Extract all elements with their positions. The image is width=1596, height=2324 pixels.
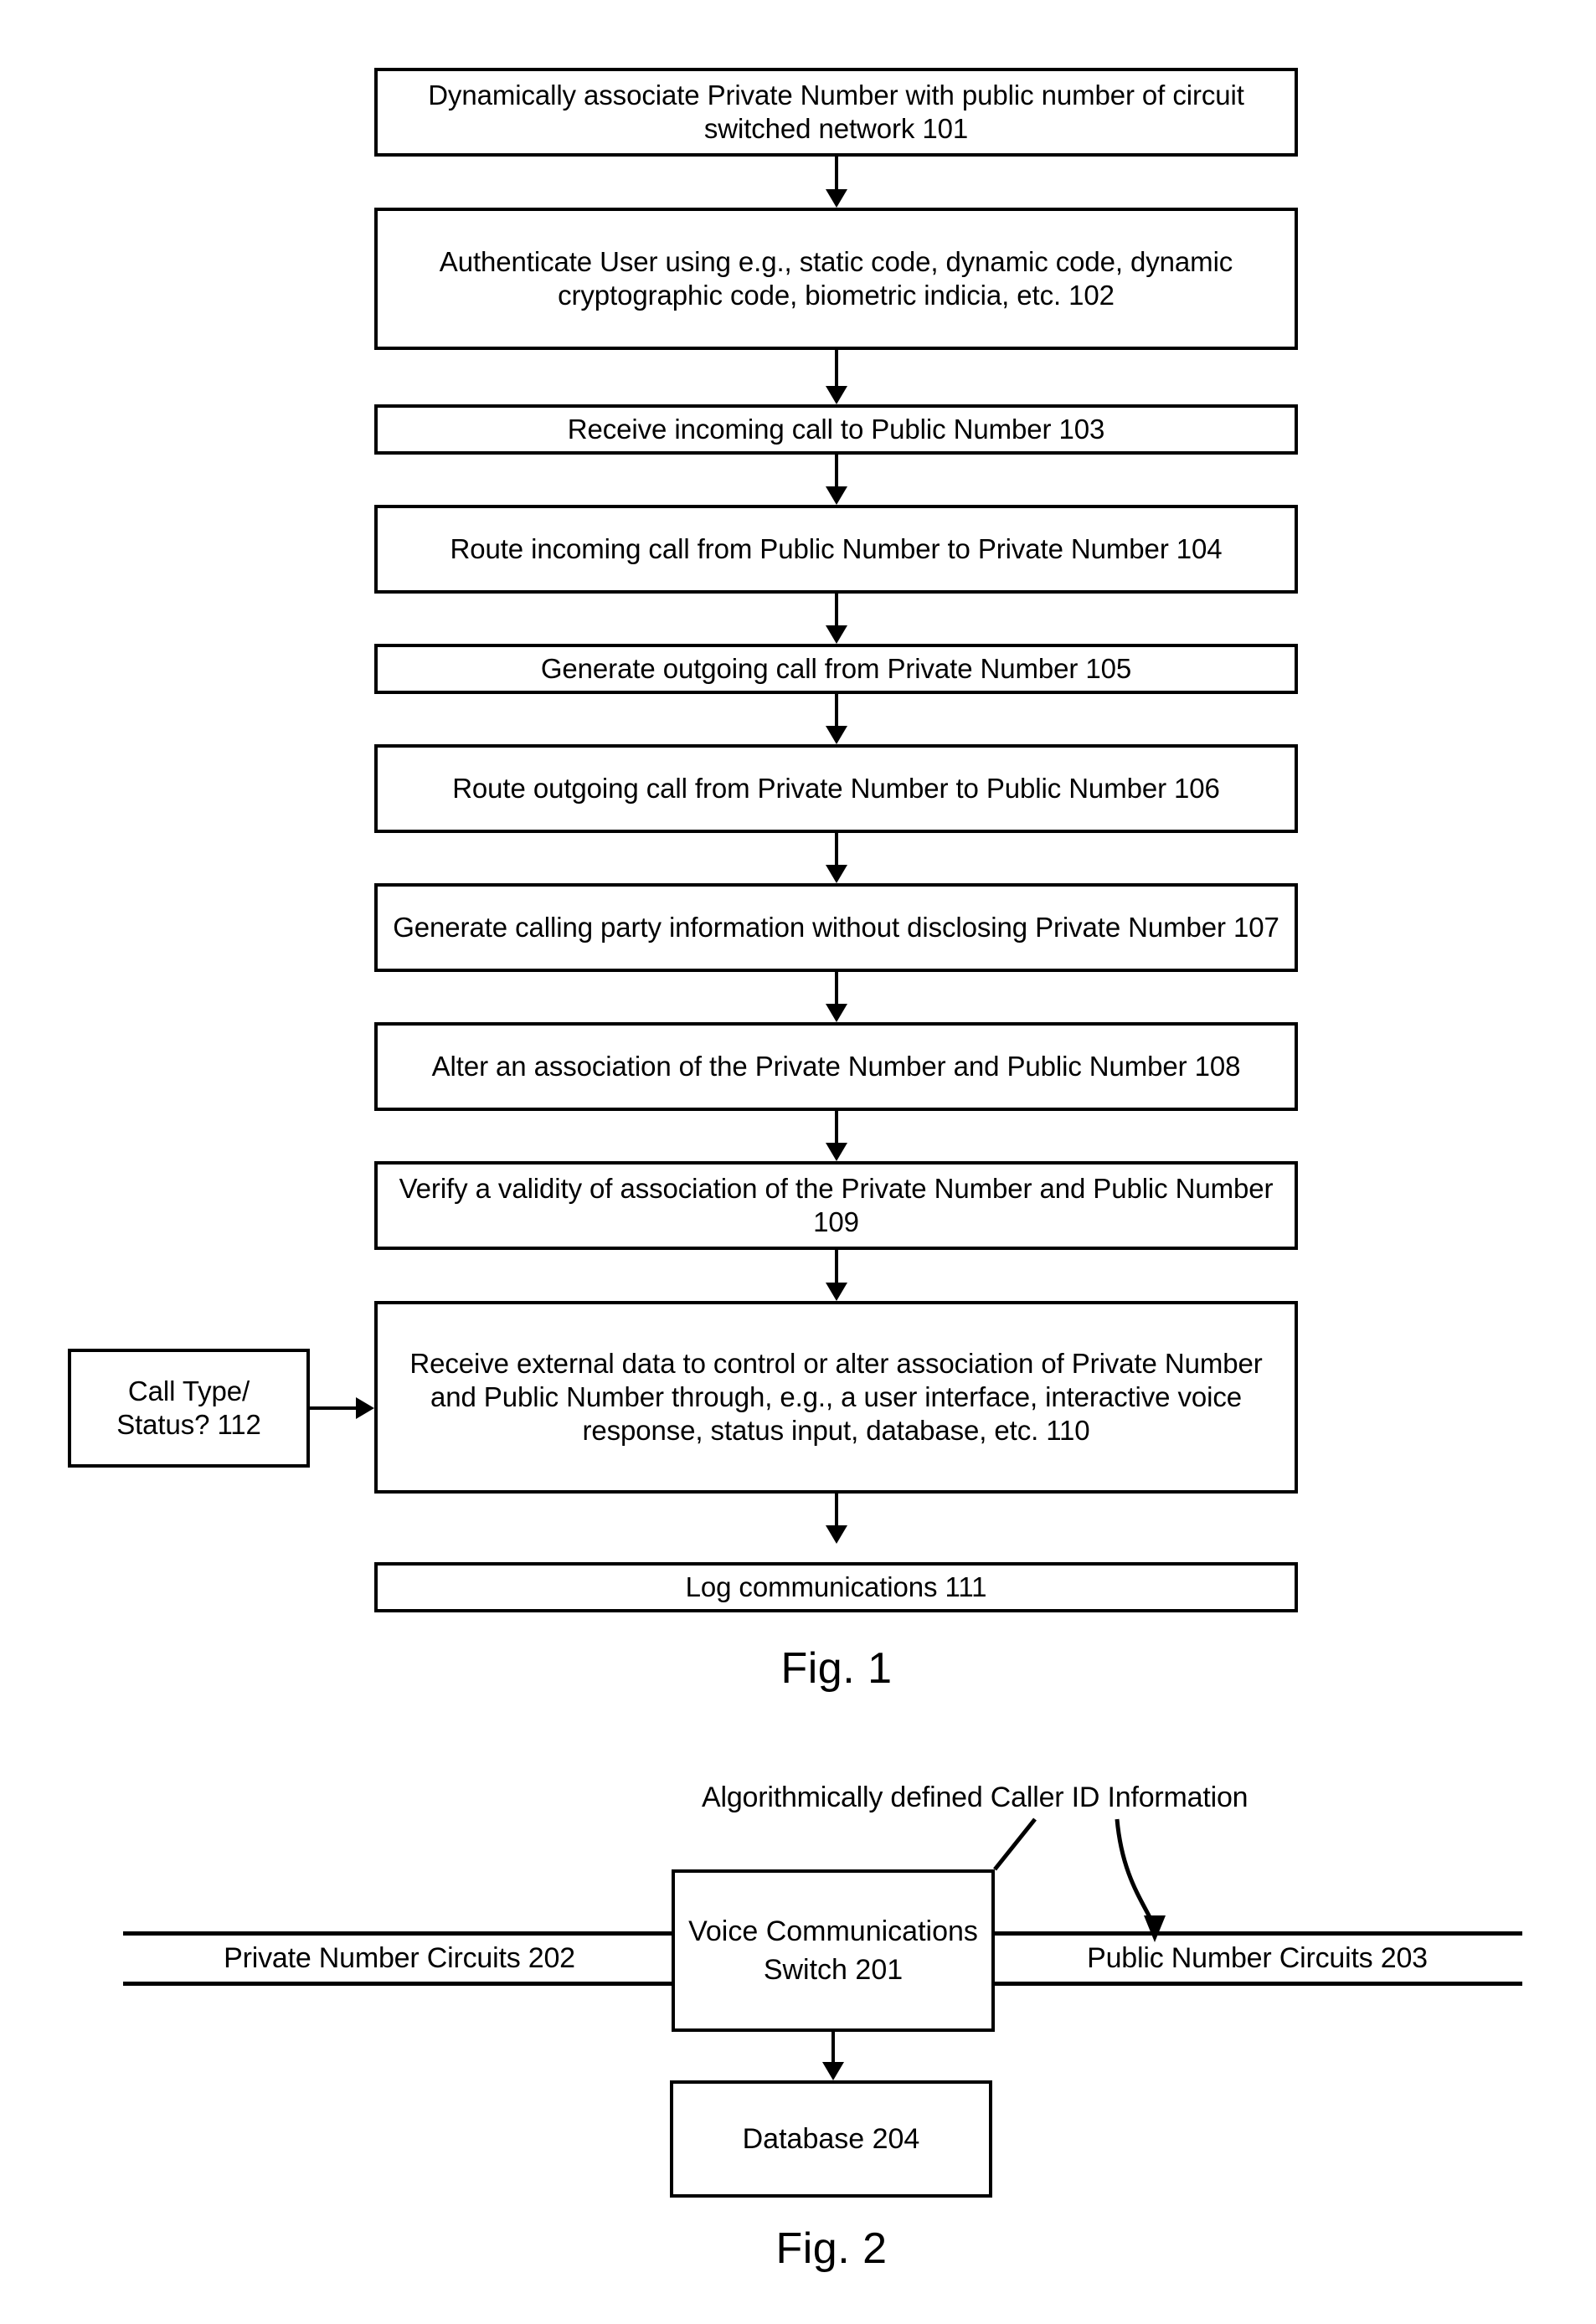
flow-step-110-label: Receive external data to control or alte…	[409, 1347, 1263, 1447]
flow-step-109: Verify a validity of association of the …	[374, 1161, 1298, 1250]
flow-input-112: Call Type/ Status? 112	[68, 1349, 310, 1468]
flow-step-110: Receive external data to control or alte…	[374, 1301, 1298, 1494]
flow-input-112-label: Call Type/ Status? 112	[116, 1375, 261, 1440]
flow-step-111-label: Log communications 111	[685, 1571, 987, 1602]
flow-step-101-label: Dynamically associate Private Number wit…	[428, 79, 1244, 144]
voice-communications-switch-201-label: Voice Communications Switch 201	[688, 1915, 978, 1986]
flow-step-105: Generate outgoing call from Private Numb…	[374, 644, 1298, 694]
figure-1-caption: Fig. 1	[780, 1644, 893, 1693]
database-204-label: Database 204	[742, 2122, 920, 2155]
flow-step-106: Route outgoing call from Private Number …	[374, 744, 1298, 833]
private-number-circuits-202: Private Number Circuits 202	[123, 1931, 676, 1986]
flow-step-104: Route incoming call from Public Number t…	[374, 505, 1298, 594]
flow-step-109-label: Verify a validity of association of the …	[399, 1172, 1274, 1237]
flow-step-107-label: Generate calling party information witho…	[393, 911, 1279, 943]
flow-step-102: Authenticate User using e.g., static cod…	[374, 208, 1298, 350]
flow-step-104-label: Route incoming call from Public Number t…	[450, 532, 1223, 564]
caller-id-annotation: Algorithmically defined Caller ID Inform…	[702, 1782, 1248, 1813]
flow-step-105-label: Generate outgoing call from Private Numb…	[540, 652, 1132, 684]
voice-communications-switch-201: Voice Communications Switch 201	[672, 1869, 995, 2032]
private-number-circuits-202-label: Private Number Circuits 202	[224, 1942, 575, 1974]
database-204: Database 204	[670, 2080, 992, 2198]
flow-step-107: Generate calling party information witho…	[374, 883, 1298, 972]
flow-step-111: Log communications 111	[374, 1562, 1298, 1612]
flow-step-106-label: Route outgoing call from Private Number …	[452, 772, 1220, 804]
flow-step-103-label: Receive incoming call to Public Number 1…	[567, 413, 1105, 445]
flow-step-102-label: Authenticate User using e.g., static cod…	[439, 245, 1233, 311]
public-number-circuits-203: Public Number Circuits 203	[992, 1931, 1522, 1986]
flow-step-108-label: Alter an association of the Private Numb…	[431, 1050, 1241, 1082]
figure-2-caption: Fig. 2	[775, 2224, 888, 2273]
flow-step-103: Receive incoming call to Public Number 1…	[374, 404, 1298, 455]
flow-step-108: Alter an association of the Private Numb…	[374, 1022, 1298, 1111]
flow-step-101: Dynamically associate Private Number wit…	[374, 68, 1298, 157]
public-number-circuits-203-label: Public Number Circuits 203	[1087, 1942, 1428, 1974]
